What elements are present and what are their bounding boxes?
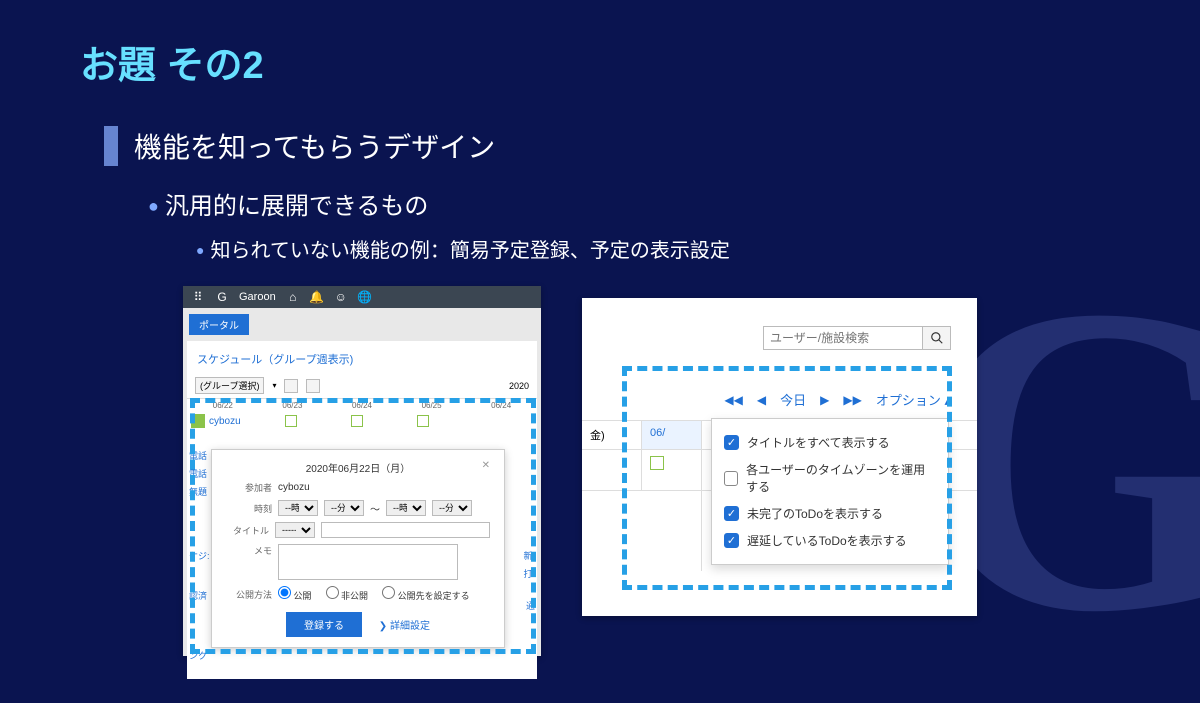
nav-next-icon[interactable]: ▶: [820, 393, 829, 407]
group-select[interactable]: (グループ選択): [195, 377, 264, 394]
date-cell: 06/: [642, 421, 702, 449]
edit-icon[interactable]: [285, 415, 297, 427]
participant-label: 参加者: [226, 481, 272, 494]
bullet-level-1: 汎用的に展開できるもの: [148, 186, 428, 221]
home-icon[interactable]: ⌂: [286, 290, 300, 304]
nav-last-icon[interactable]: ▶▶: [843, 393, 861, 407]
end-hour-select[interactable]: --時: [386, 500, 426, 516]
search-icon: [930, 331, 944, 345]
search-bar: [763, 326, 951, 350]
memo-textarea[interactable]: [278, 544, 458, 580]
slide-subtitle: 機能を知ってもらうデザイン: [104, 126, 495, 166]
year-label: 2020: [509, 381, 529, 391]
brand-name: Garoon: [239, 291, 276, 303]
start-min-select[interactable]: --分: [324, 500, 364, 516]
screenshot-quick-schedule: ⠿ G Garoon ⌂ 🔔 ☺ 🌐 ポータル スケジュール（グループ週表示) …: [183, 286, 541, 656]
submit-button[interactable]: 登録する: [286, 612, 362, 637]
avatar: [191, 414, 205, 428]
toolbar-icon-2[interactable]: [306, 379, 320, 393]
calendar-nav: ◀◀ ◀ 今日 ▶ ▶▶ オプション ▴: [642, 390, 951, 409]
brand-logo-icon: G: [215, 290, 229, 304]
radio-select-targets[interactable]: 公開先を設定する: [382, 586, 470, 602]
date-col: 06/24: [328, 401, 396, 410]
slide-title: お題 その2: [80, 34, 264, 89]
portal-tab[interactable]: ポータル: [189, 314, 249, 335]
participant-value: cybozu: [278, 482, 310, 493]
publish-label: 公開方法: [226, 588, 272, 601]
options-dropdown-menu: ✓ タイトルをすべて表示する 各ユーザーのタイムゾーンを運用する ✓ 未完了のT…: [711, 418, 949, 565]
screenshot-display-options: ◀◀ ◀ 今日 ▶ ▶▶ オプション ▴ 金) 06/ ✓ タイトルをすべて表示…: [582, 298, 977, 616]
tilde: ～: [370, 501, 380, 516]
option-show-overdue-todo[interactable]: ✓ 遅延しているToDoを表示する: [724, 527, 936, 554]
date-col: 06/25: [398, 401, 466, 410]
nav-first-icon[interactable]: ◀◀: [724, 393, 742, 407]
popup-date-text: 2020年06月22日（月）: [306, 464, 411, 475]
checkbox-checked-icon: ✓: [724, 506, 739, 521]
checkbox-unchecked-icon: [724, 471, 738, 486]
checkbox-checked-icon: ✓: [724, 533, 739, 548]
schedule-toolbar: (グループ選択) ▾ 2020: [187, 373, 537, 399]
title-input[interactable]: [321, 522, 490, 538]
apps-icon[interactable]: ⠿: [191, 290, 205, 304]
bullet-level-2: 知られていない機能の例：簡易予定登録、予定の表示設定: [196, 234, 730, 263]
option-label: タイトルをすべて表示する: [747, 434, 890, 451]
event-chip[interactable]: 新t: [523, 549, 535, 562]
schedule-header: スケジュール（グループ週表示): [187, 341, 537, 373]
title-label: タイトル: [226, 524, 269, 537]
option-user-timezone[interactable]: 各ユーザーのタイムゾーンを運用する: [724, 456, 936, 500]
date-col: 06/23: [259, 401, 327, 410]
event-chip[interactable]: ケジ:: [189, 549, 210, 562]
smile-icon[interactable]: ☺: [334, 290, 348, 304]
start-hour-select[interactable]: --時: [278, 500, 318, 516]
option-label: 未完了のToDoを表示する: [747, 505, 883, 522]
end-min-select[interactable]: --分: [432, 500, 472, 516]
event-chip[interactable]: 打:: [523, 567, 535, 580]
grid-cell[interactable]: [642, 450, 702, 490]
event-chip[interactable]: 通: [526, 599, 535, 612]
event-chip[interactable]: ンク: [189, 649, 207, 662]
close-icon[interactable]: ✕: [482, 460, 490, 471]
empty-cell: [582, 450, 642, 490]
date-header-row: 06/22 06/23 06/24 06/25 06/24: [187, 399, 537, 412]
search-input[interactable]: [763, 326, 923, 350]
globe-icon[interactable]: 🌐: [358, 290, 372, 304]
empty-cell: [582, 491, 702, 571]
radio-private[interactable]: 非公開: [326, 586, 369, 602]
radio-public[interactable]: 公開: [278, 586, 312, 602]
search-button[interactable]: [923, 326, 951, 350]
edit-icon[interactable]: [650, 456, 664, 470]
detail-settings-link[interactable]: ❯ 詳細設定: [379, 621, 430, 632]
edit-icon[interactable]: [417, 415, 429, 427]
event-chip[interactable]: 無題: [189, 485, 207, 498]
popup-date: 2020年06月22日（月） ✕: [226, 460, 490, 475]
edit-icon[interactable]: [351, 415, 363, 427]
day-label: 金): [582, 421, 642, 449]
checkbox-checked-icon: ✓: [724, 435, 739, 450]
group-dropdown-caret[interactable]: ▾: [272, 381, 276, 390]
time-label: 時刻: [226, 502, 272, 515]
event-chip[interactable]: 認済: [189, 589, 207, 602]
option-label: 遅延しているToDoを表示する: [747, 532, 907, 549]
calendar-grid: 06/22 06/23 06/24 06/25 06/24 cybozu 電話 …: [187, 399, 537, 679]
portal-tab-row: ポータル: [183, 308, 541, 335]
memo-label: メモ: [226, 544, 272, 557]
option-show-all-titles[interactable]: ✓ タイトルをすべて表示する: [724, 429, 936, 456]
today-button[interactable]: 今日: [780, 390, 806, 409]
title-category-select[interactable]: -----: [275, 522, 315, 538]
option-show-incomplete-todo[interactable]: ✓ 未完了のToDoを表示する: [724, 500, 936, 527]
date-col: 06/22: [189, 401, 257, 410]
quick-schedule-popup: 2020年06月22日（月） ✕ 参加者 cybozu 時刻 --時 --分 ～…: [211, 449, 505, 648]
username[interactable]: cybozu: [209, 416, 241, 427]
toolbar-icon-1[interactable]: [284, 379, 298, 393]
bell-icon[interactable]: 🔔: [310, 290, 324, 304]
options-toggle[interactable]: オプション ▴: [876, 390, 951, 409]
event-chip[interactable]: 電話: [189, 449, 207, 462]
date-col: 06/24: [467, 401, 535, 410]
app-topbar: ⠿ G Garoon ⌂ 🔔 ☺ 🌐: [183, 286, 541, 308]
user-row: cybozu: [187, 412, 537, 430]
nav-prev-icon[interactable]: ◀: [757, 393, 766, 407]
event-chip[interactable]: 電話: [189, 467, 207, 480]
option-label: 各ユーザーのタイムゾーンを運用する: [746, 461, 936, 495]
